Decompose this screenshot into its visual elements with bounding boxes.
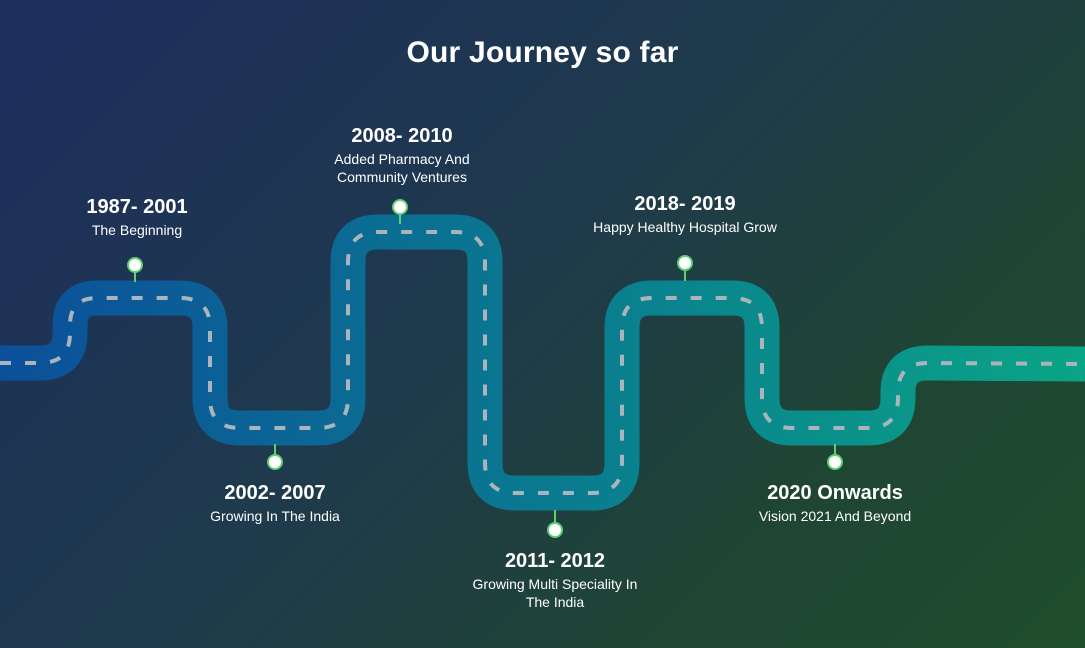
milestone-2008: 2008- 2010 Added Pharmacy And Community … — [320, 124, 484, 186]
milestone-desc: Added Pharmacy And Community Ventures — [334, 151, 470, 185]
pin-2002 — [267, 444, 283, 470]
milestone-desc: Vision 2021 And Beyond — [758, 508, 912, 524]
milestone-2018: 2018- 2019 Happy Healthy Hospital Grow — [577, 192, 793, 236]
pin-1987 — [127, 257, 143, 282]
road-center-dashes — [0, 230, 1085, 495]
milestone-years: 2002- 2007 — [224, 482, 326, 504]
pin-2011 — [547, 510, 563, 538]
milestone-years: 2011- 2012 — [504, 550, 606, 572]
milestone-2020: 2020 Onwards Vision 2021 And Beyond — [740, 481, 930, 525]
milestone-years: 2020 Onwards — [767, 482, 903, 504]
milestone-desc: The Beginning — [91, 222, 183, 238]
milestone-2011: 2011- 2012 Growing Multi Speciality In T… — [460, 549, 650, 611]
milestone-desc: Happy Healthy Hospital Grow — [593, 219, 777, 235]
milestone-1987: 1987- 2001 The Beginning — [55, 195, 219, 239]
milestone-2002: 2002- 2007 Growing In The India — [185, 481, 365, 525]
pin-2020 — [827, 444, 843, 470]
milestone-years: 2018- 2019 — [634, 193, 736, 215]
milestone-desc: Growing Multi Speciality In The India — [472, 576, 638, 610]
milestone-desc: Growing In The India — [210, 508, 340, 524]
milestone-years: 2008- 2010 — [351, 125, 453, 147]
pin-2018 — [677, 255, 693, 281]
milestone-years: 1987- 2001 — [86, 196, 188, 218]
